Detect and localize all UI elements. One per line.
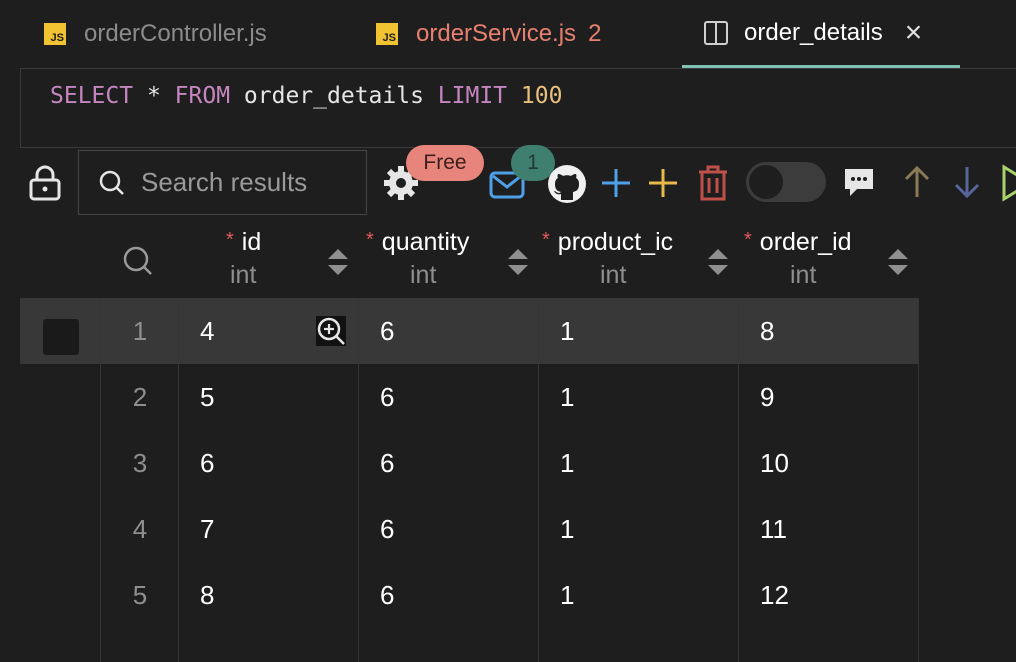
js-file-icon: JS [44, 23, 66, 45]
grid-divider [538, 298, 539, 662]
search-input[interactable] [139, 166, 343, 199]
sort-icon[interactable] [326, 248, 350, 276]
results-grid: 1 4 6 1 8 2 5 6 1 9 3 6 6 1 10 4 7 6 1 1… [20, 298, 919, 662]
row-number: 4 [132, 513, 148, 544]
tab-label: orderService.js [416, 20, 577, 47]
keyword-limit: LIMIT [437, 83, 508, 109]
free-badge[interactable]: Free [406, 145, 484, 181]
column-label: product_ic [557, 228, 674, 256]
cell-order-id[interactable]: 11 [760, 496, 787, 562]
arrow-down-icon[interactable] [953, 165, 981, 199]
grid-divider [178, 298, 179, 662]
sort-icon[interactable] [506, 248, 530, 276]
cell-order-id[interactable]: 12 [760, 562, 789, 628]
cell-product-id[interactable]: 1 [560, 562, 574, 628]
grid-divider [100, 298, 101, 662]
keyword-select: SELECT [50, 83, 134, 109]
arrow-up-icon[interactable] [903, 165, 931, 199]
cell-quantity[interactable]: 6 [380, 562, 394, 628]
query-table: order_details [243, 83, 424, 109]
filter-search-icon[interactable] [123, 246, 153, 276]
lock-icon[interactable] [28, 165, 62, 201]
query-star: * [146, 83, 161, 109]
grid-divider [358, 298, 359, 662]
column-label: order_id [759, 228, 852, 256]
cell-id[interactable]: 4 [200, 298, 214, 364]
cell-order-id[interactable]: 8 [760, 298, 774, 364]
column-header-product-id[interactable]: * product_ic int [538, 228, 738, 296]
cell-product-id[interactable]: 1 [560, 298, 574, 364]
row-checkbox[interactable] [43, 319, 79, 355]
column-name: * id [226, 228, 261, 257]
cell-product-id[interactable]: 1 [560, 364, 574, 430]
toggle-knob [749, 165, 783, 199]
query-limit: 100 [520, 83, 563, 109]
column-type: int [790, 261, 817, 289]
query-editor[interactable]: SELECT * FROM order_details LIMIT 100 [20, 68, 1016, 148]
grid-divider [918, 298, 919, 662]
tab-label: order_details [744, 18, 883, 46]
column-header-quantity[interactable]: * quantity int [358, 228, 538, 296]
search-icon [99, 170, 124, 195]
table-row[interactable]: 1 4 6 1 8 [20, 298, 919, 364]
table-row[interactable]: 2 5 6 1 9 [20, 364, 919, 430]
cell-order-id[interactable]: 10 [760, 430, 789, 496]
row-number: 5 [132, 579, 148, 610]
column-name: * product_ic [542, 228, 694, 257]
column-type: int [230, 261, 257, 289]
zoom-in-icon[interactable] [316, 316, 346, 346]
required-marker: * [226, 229, 234, 251]
column-name: * quantity [366, 228, 469, 257]
required-marker: * [366, 229, 374, 251]
column-name: * order_id [744, 228, 852, 257]
sort-icon[interactable] [706, 248, 730, 276]
cell-id[interactable]: 6 [200, 430, 214, 496]
cell-product-id[interactable]: 1 [560, 430, 574, 496]
run-icon[interactable] [1000, 164, 1016, 202]
keyword-from: FROM [174, 83, 231, 109]
cell-order-id[interactable]: 9 [760, 364, 774, 430]
tab-order-details[interactable]: order_details × [682, 0, 960, 68]
query-text: SELECT * FROM order_details LIMIT 100 [50, 83, 562, 109]
search-box[interactable] [78, 150, 367, 215]
column-header-id[interactable]: * id int [180, 228, 358, 296]
tab-order-controller[interactable]: JS orderController.js [44, 0, 267, 68]
problem-count-badge: 2 [588, 20, 602, 47]
cell-id[interactable]: 7 [200, 496, 214, 562]
toggle-switch[interactable] [746, 162, 826, 202]
row-number: 1 [132, 315, 148, 346]
trash-icon[interactable] [697, 165, 729, 201]
add-column-icon[interactable] [647, 167, 679, 199]
required-marker: * [542, 229, 550, 251]
cell-id[interactable]: 5 [200, 364, 214, 430]
table-row[interactable]: 3 6 6 1 10 [20, 430, 919, 496]
grid-divider [738, 298, 739, 662]
column-label: quantity [381, 228, 470, 256]
tab-bar: JS orderController.js JS orderService.js… [0, 0, 1016, 68]
column-type: int [410, 261, 437, 289]
comment-icon[interactable] [843, 166, 875, 198]
cell-quantity[interactable]: 6 [380, 298, 394, 364]
cell-quantity[interactable]: 6 [380, 496, 394, 562]
add-row-icon[interactable] [600, 167, 632, 199]
cell-quantity[interactable]: 6 [380, 364, 394, 430]
sort-icon[interactable] [886, 248, 910, 276]
required-marker: * [744, 229, 752, 251]
cell-quantity[interactable]: 6 [380, 430, 394, 496]
table-row[interactable]: 4 7 6 1 11 [20, 496, 919, 562]
column-header-order-id[interactable]: * order_id int [738, 228, 919, 296]
row-number: 3 [132, 447, 148, 478]
row-number: 2 [132, 381, 148, 412]
js-file-icon: JS [376, 23, 398, 45]
cell-id[interactable]: 8 [200, 562, 214, 628]
split-editor-icon [704, 20, 728, 45]
column-label: id [241, 228, 262, 256]
tab-label: orderController.js [84, 20, 267, 47]
github-icon[interactable] [547, 164, 587, 204]
close-icon[interactable]: × [905, 17, 923, 48]
cell-product-id[interactable]: 1 [560, 496, 574, 562]
tab-order-service[interactable]: JS orderService.js 2 [376, 0, 601, 68]
table-row[interactable]: 5 8 6 1 12 [20, 562, 919, 628]
column-type: int [600, 261, 627, 289]
